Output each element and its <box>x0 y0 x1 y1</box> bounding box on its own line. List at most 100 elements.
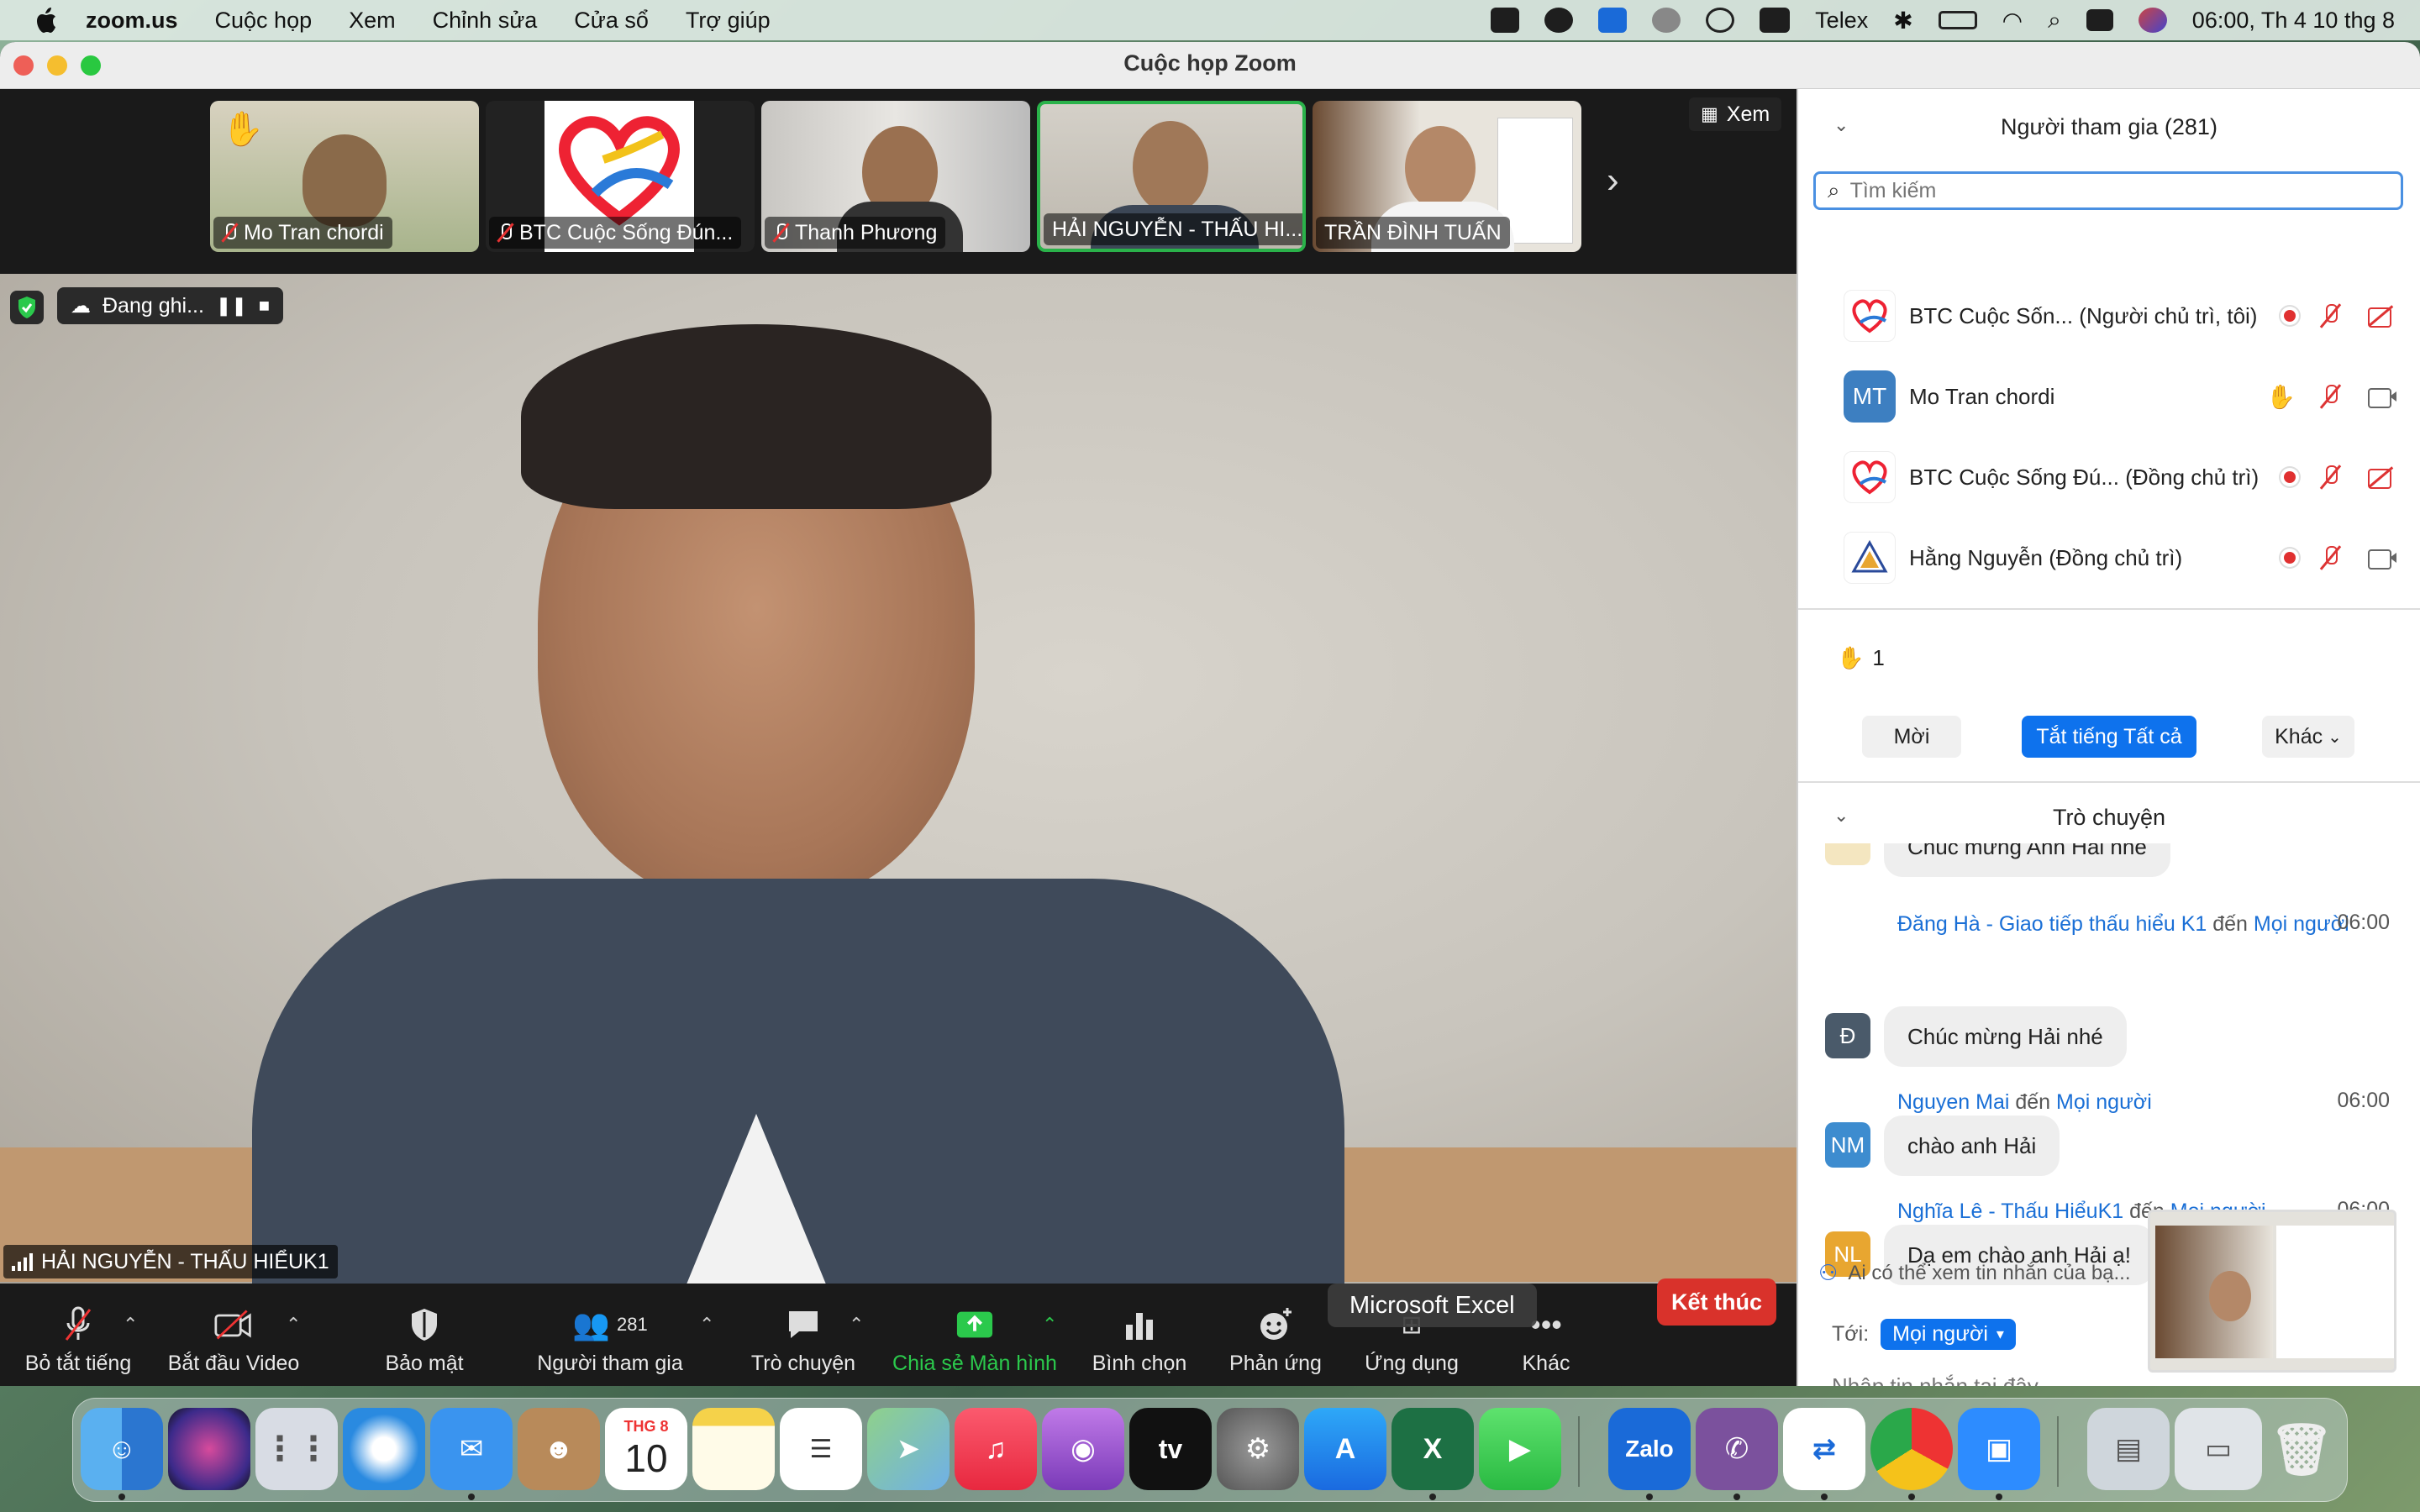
participant-search-input[interactable] <box>1849 178 2354 203</box>
video-options-caret[interactable]: ⌃ <box>286 1314 301 1336</box>
menu-app-name[interactable]: zoom.us <box>86 8 178 34</box>
teamviewer-icon[interactable]: ⇄ <box>1783 1408 1865 1490</box>
mic-muted-icon[interactable] <box>2316 302 2346 329</box>
video-off-icon[interactable] <box>2366 302 2396 329</box>
participant-row[interactable]: Hằng Nguyễn (Đồng chủ trì) <box>1798 517 2420 598</box>
panel-section-divider[interactable] <box>1798 781 2420 783</box>
vietnamese-input-icon[interactable] <box>1760 8 1791 33</box>
unmute-button[interactable]: Bỏ tắt tiếng <box>17 1292 139 1376</box>
cloud-recording-indicator[interactable]: ☁ Đang ghi... ❚❚ ■ <box>57 287 284 324</box>
chat-button[interactable]: Trò chuyện <box>746 1292 860 1376</box>
siri-icon[interactable] <box>168 1408 250 1490</box>
start-video-button[interactable]: Bắt đầu Video <box>165 1292 302 1376</box>
video-camera-icon[interactable] <box>2366 383 2396 410</box>
security-button[interactable]: Bảo mật <box>370 1292 479 1376</box>
participants-options-caret[interactable]: ⌃ <box>699 1314 714 1336</box>
system-preferences-icon[interactable]: ⚙ <box>1217 1408 1299 1490</box>
apple-tv-icon[interactable]: tv <box>1129 1408 1212 1490</box>
running-indicator <box>1646 1494 1653 1500</box>
participant-search[interactable]: ⌕ <box>1813 171 2403 210</box>
mute-all-button[interactable]: Tắt tiếng Tất cả <box>2022 716 2196 758</box>
main-speaker-video[interactable]: ☁ Đang ghi... ❚❚ ■ HẢI NGUYỄN - THẤU HIỂ… <box>0 274 1797 1284</box>
control-center-icon[interactable] <box>2086 9 2113 31</box>
chat-sender[interactable]: Nguyen Mai <box>1897 1090 2009 1114</box>
video-off-icon[interactable] <box>2366 464 2396 491</box>
facetime-icon[interactable]: ▶ <box>1479 1408 1561 1490</box>
finder-icon[interactable]: ☺ <box>81 1408 163 1490</box>
raised-hand-icon: ✋ <box>1837 645 1865 670</box>
spotlight-icon[interactable]: ⌕ <box>2048 7 2061 34</box>
menu-window[interactable]: Cửa sổ <box>574 8 649 34</box>
input-method-label[interactable]: Telex <box>1815 8 1868 34</box>
chrome-icon[interactable] <box>1870 1408 1953 1490</box>
safari-icon[interactable] <box>343 1408 425 1490</box>
participant-row[interactable]: MT Mo Tran chordi ✋ <box>1798 356 2420 437</box>
apple-icon[interactable] <box>30 3 64 37</box>
screen-share-preview[interactable] <box>2148 1210 2396 1373</box>
menu-meeting[interactable]: Cuộc họp <box>215 8 313 34</box>
maps-icon[interactable]: ➤ <box>867 1408 950 1490</box>
wifi-icon[interactable]: ◠ <box>2002 7 2023 34</box>
reactions-button[interactable]: Phản ứng <box>1225 1292 1326 1376</box>
side-panel: ⌄ Người tham gia (281) ⌕ BTC Cuộc Sốn...… <box>1798 89 2420 1386</box>
reminders-icon[interactable]: ☰ <box>780 1408 862 1490</box>
notes-icon[interactable] <box>692 1408 775 1490</box>
audio-options-caret[interactable]: ⌃ <box>123 1314 138 1336</box>
play-status-icon[interactable] <box>1706 8 1735 33</box>
poll-button[interactable]: Bình chọn <box>1089 1292 1190 1376</box>
viber-status-icon[interactable] <box>1544 8 1574 33</box>
participants-button[interactable]: 👥 281 Người tham gia <box>534 1292 686 1376</box>
battery-icon[interactable] <box>1938 11 1977 29</box>
calendar-icon[interactable]: THG 8 10 <box>605 1408 687 1490</box>
contacts-icon[interactable]: ☻ <box>518 1408 600 1490</box>
menu-view[interactable]: Xem <box>349 8 396 34</box>
menu-edit[interactable]: Chỉnh sửa <box>433 8 538 34</box>
mic-muted-icon[interactable] <box>2316 544 2346 571</box>
participants-more-button[interactable]: Khác ⌄ <box>2262 716 2354 758</box>
end-meeting-button[interactable]: Kết thúc <box>1657 1278 1776 1326</box>
zalo-icon[interactable]: Zalo <box>1608 1408 1691 1490</box>
teamviewer-status-icon[interactable] <box>1598 8 1628 33</box>
video-camera-icon[interactable] <box>2366 544 2396 571</box>
gallery-thumb[interactable]: TRẦN ĐÌNH TUẤN <box>1313 101 1581 252</box>
podcasts-icon[interactable]: ◉ <box>1042 1408 1124 1490</box>
running-indicator <box>468 1494 475 1500</box>
gallery-thumb[interactable]: Thanh Phương <box>761 101 1030 252</box>
viber-icon[interactable]: ✆ <box>1696 1408 1778 1490</box>
mic-muted-icon[interactable] <box>2316 383 2346 410</box>
chat-sender[interactable]: Đăng Hà - Giao tiếp thấu hiểu K1 <box>1897 912 2207 936</box>
downloads-stack-icon[interactable]: ▤ <box>2087 1408 2170 1490</box>
chat-visibility-note[interactable]: ⚇ Ai có thể xem tin nhắn của bạ... <box>1818 1260 2131 1286</box>
app-store-icon[interactable]: A <box>1304 1408 1386 1490</box>
mic-muted-icon[interactable] <box>2316 464 2346 491</box>
mail-icon[interactable]: ✉ <box>430 1408 513 1490</box>
security-shield-icon[interactable] <box>10 291 44 324</box>
siri-menubar-icon[interactable] <box>2138 8 2167 33</box>
stop-recording-icon[interactable]: ■ <box>259 295 270 317</box>
gallery-thumb-active[interactable]: HẢI NGUYỄN - THẤU HI... <box>1037 101 1306 252</box>
chat-recipient-dropdown[interactable]: Mọi người ▾ <box>1881 1319 2016 1350</box>
zoom-icon[interactable]: ▣ <box>1958 1408 2040 1490</box>
menubar-clock[interactable]: 06:00, Th 4 10 thg 8 <box>2192 8 2395 34</box>
share-screen-button[interactable]: Chia sẻ Màn hình <box>891 1292 1059 1376</box>
participant-row[interactable]: BTC Cuộc Sống Đú... (Đồng chủ trì) <box>1798 437 2420 517</box>
excel-icon[interactable]: X <box>1392 1408 1474 1490</box>
creative-cloud-icon[interactable] <box>1652 8 1681 33</box>
participant-row[interactable]: BTC Cuộc Sốn... (Người chủ trì, tôi) <box>1798 276 2420 356</box>
share-options-caret[interactable]: ⌃ <box>1042 1314 1057 1336</box>
trash-icon[interactable]: 🗑 <box>2260 1408 2343 1490</box>
pause-recording-icon[interactable]: ❚❚ <box>216 295 247 317</box>
minimized-windows-icon[interactable]: ▭ <box>2175 1408 2262 1490</box>
menu-help[interactable]: Trợ giúp <box>686 8 771 34</box>
gallery-thumb[interactable]: BTC Cuộc Sống Đún... <box>486 101 755 252</box>
gallery-thumb[interactable]: ✋ Mo Tran chordi <box>210 101 479 252</box>
chat-sender[interactable]: Nghĩa Lê - Thấu HiểuK1 <box>1897 1200 2123 1223</box>
launchpad-icon[interactable]: ⋮⋮ <box>255 1408 338 1490</box>
invite-button[interactable]: Mời <box>1862 716 1961 758</box>
gallery-next-arrow[interactable]: › <box>1607 160 1619 202</box>
music-icon[interactable]: ♫ <box>955 1408 1037 1490</box>
bluetooth-icon[interactable]: ✱ <box>1893 7 1912 34</box>
view-button[interactable]: ▦ Xem <box>1689 97 1782 131</box>
zoom-status-icon[interactable] <box>1491 8 1520 33</box>
chat-options-caret[interactable]: ⌃ <box>849 1314 864 1336</box>
